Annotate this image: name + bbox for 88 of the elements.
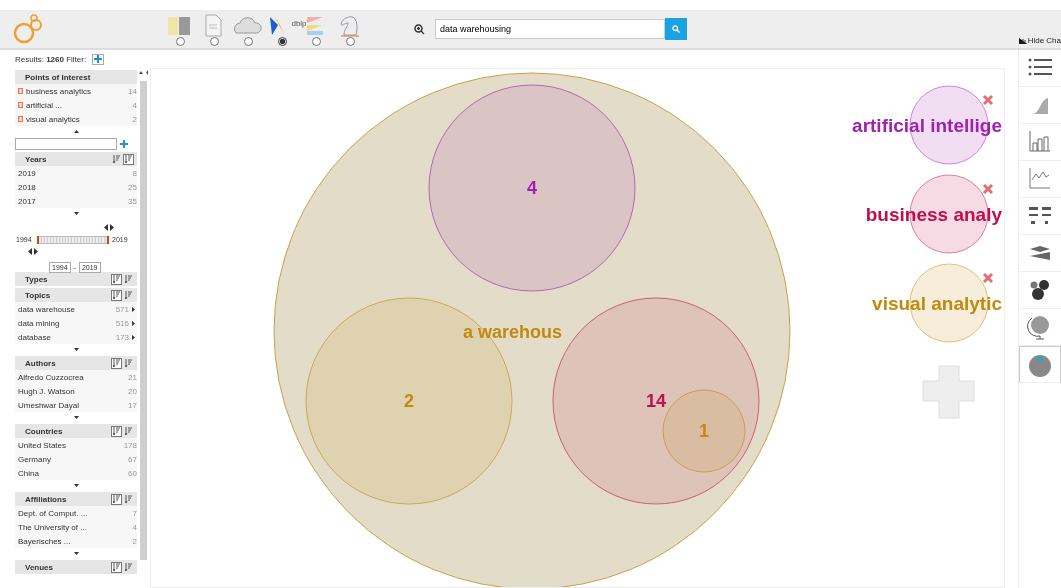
sort-by-count-icon[interactable] [111,273,122,285]
caret-down-icon[interactable] [73,211,79,215]
section-header[interactable]: Authors [15,356,137,370]
year-range-slider[interactable] [37,236,109,244]
count-label: 1 [699,421,709,441]
facet-item[interactable]: Bayerisches ... 2 [15,534,137,548]
facet-item[interactable]: Alfredo Cuzzocrea 21 [15,370,137,384]
remove-icon[interactable] [982,94,994,106]
source-label: dblp [291,18,307,28]
add-filter-button[interactable] [92,53,105,65]
legend-label: business analy [865,204,1002,225]
delete-icon[interactable] [18,88,23,94]
sort-alphabetical-icon[interactable] [123,493,134,505]
zoom-in-icon[interactable] [414,23,425,35]
remove-icon[interactable] [982,183,994,195]
slider-handle[interactable] [107,236,109,244]
facet-item[interactable]: business analytics 14 [15,84,137,98]
section-header[interactable]: Years [15,152,137,166]
caret-down-icon[interactable] [73,483,79,487]
source-radio[interactable] [311,36,321,46]
facet-item[interactable]: visual analytics 2 [15,112,137,126]
caret-up-icon[interactable] [73,129,79,133]
section-header[interactable]: Points of Interest [15,70,137,84]
sort-by-count-icon[interactable] [111,493,122,505]
facet-item[interactable]: data warehouse 571 [15,302,137,316]
facet-item[interactable]: Hugh J. Watson 20 [15,384,137,398]
slider-arrows-icon[interactable] [103,224,115,231]
add-icon[interactable] [120,140,128,148]
facet-item[interactable]: Germany 67 [15,452,137,466]
caret-down-icon[interactable] [73,415,79,419]
source-radio[interactable] [175,36,185,46]
delete-icon[interactable] [18,116,23,122]
search-icon [672,25,680,33]
results-text: Results: 1260 Filter: [15,54,87,64]
sort-alphabetical-icon[interactable] [123,273,134,285]
facet-item[interactable]: The University of ... 4 [15,520,137,534]
search-button[interactable] [665,18,687,40]
facet-item[interactable]: 2018 25 [15,180,137,194]
scroll-arrows-icon[interactable] [138,70,149,75]
plus-icon [94,55,103,63]
legend-label: visual analytic [872,293,1002,314]
section-header[interactable]: Types [15,272,137,286]
count-label: 2 [404,391,414,411]
sort-by-count-icon[interactable] [111,425,122,437]
caret-down-icon[interactable] [73,347,79,351]
source-radio[interactable] [345,36,355,46]
section-header[interactable]: Topics [15,288,137,302]
submenu-caret[interactable] [129,333,137,341]
delete-icon[interactable] [18,102,23,108]
facet-item[interactable]: database 173 [15,330,137,344]
sort-by-count-icon[interactable] [111,561,122,573]
facet-item[interactable]: data mining 516 [15,316,137,330]
search-field[interactable]: data warehousing [435,19,665,39]
section-header[interactable]: Countries [15,424,137,438]
submenu-caret[interactable] [129,319,137,327]
facet-item[interactable]: 2019 8 [15,166,137,180]
caret-down-icon[interactable] [73,551,79,555]
sort-alphabetical-icon[interactable] [123,561,134,573]
facet-item[interactable]: Dept. of Comput. ... 7 [15,506,137,520]
source-radio[interactable] [209,36,219,46]
chart-icon [1018,37,1027,44]
sort-alphabetical-icon[interactable] [123,153,134,165]
set-label: a warehous [463,322,563,342]
facet-item[interactable]: 2017 35 [15,194,137,208]
facet-item[interactable]: United States 178 [15,438,137,452]
facet-item[interactable]: artificial ... 4 [15,98,137,112]
source-radio[interactable] [243,36,253,46]
hide-charts-link[interactable]: Hide Cha [1018,36,1061,45]
sort-alphabetical-icon[interactable] [123,425,134,437]
sort-by-count-icon[interactable] [111,153,122,165]
sort-alphabetical-icon[interactable] [123,357,134,369]
slider-arrows-icon[interactable] [27,248,39,255]
count-label: 4 [527,178,537,198]
sort-by-count-icon[interactable] [111,289,122,301]
section-header[interactable]: Venues [15,560,137,574]
count-label: 14 [646,391,666,411]
slider-handle[interactable] [37,236,39,244]
facet-item[interactable]: Umeshwar Dayal 17 [15,398,137,412]
sort-by-count-icon[interactable] [111,357,122,369]
source-radio[interactable] [277,36,287,46]
remove-icon[interactable] [982,272,994,284]
submenu-caret[interactable] [129,305,137,313]
poi-input-field[interactable] [15,138,117,150]
sort-alphabetical-icon[interactable] [123,289,134,301]
scrollbar[interactable] [140,81,147,560]
legend-label: artificial intellige [852,115,1002,136]
section-header[interactable]: Affiliations [15,492,137,506]
facet-item[interactable]: China 60 [15,466,137,480]
